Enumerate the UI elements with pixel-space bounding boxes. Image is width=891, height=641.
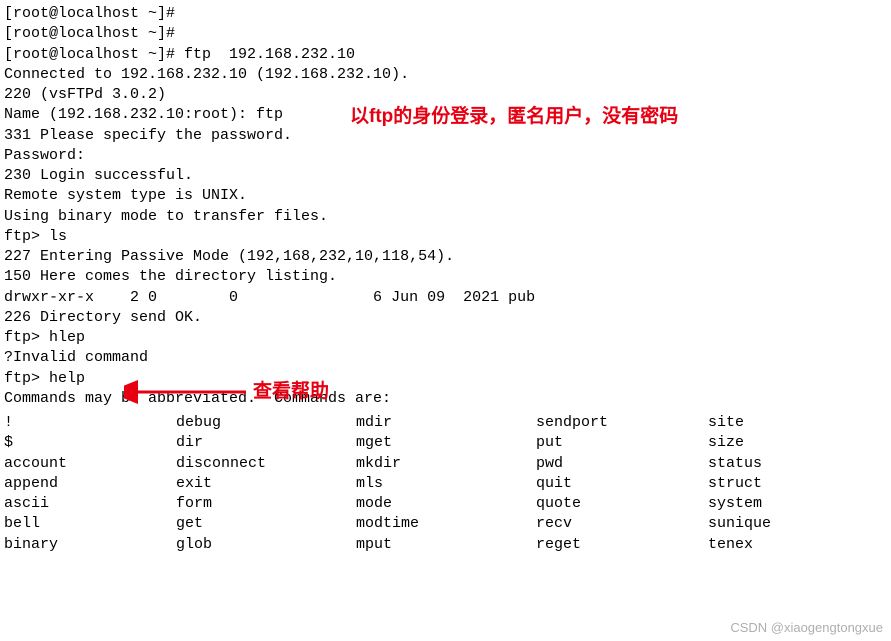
commands-header-line: Commands may be abbreviated. Commands ar…	[4, 389, 887, 409]
annotation-login-note: 以ftp的身份登录，匿名用户，没有密码	[350, 104, 678, 130]
cmd-cell: binary	[4, 535, 176, 555]
cmd-cell: sendport	[536, 413, 708, 433]
dir-listing-header-line: 150 Here comes the directory listing.	[4, 267, 887, 287]
cmd-cell: modtime	[356, 514, 536, 534]
cmd-cell: !	[4, 413, 176, 433]
cmd-cell: recv	[536, 514, 708, 534]
cmd-cell: mkdir	[356, 454, 536, 474]
cmd-cell: sunique	[708, 514, 828, 534]
ftp-ls-line: ftp> ls	[4, 227, 887, 247]
help-commands-table: ! debug mdir sendport site $ dir mget pu…	[4, 413, 828, 555]
cmd-cell: ascii	[4, 494, 176, 514]
cmd-cell: system	[708, 494, 828, 514]
cmd-cell: mode	[356, 494, 536, 514]
cmd-cell: status	[708, 454, 828, 474]
cmd-cell: get	[176, 514, 356, 534]
cmd-cell: mdir	[356, 413, 536, 433]
cmd-cell: debug	[176, 413, 356, 433]
table-row: binary glob mput reget tenex	[4, 535, 828, 555]
cmd-cell: quit	[536, 474, 708, 494]
invalid-command-line: ?Invalid command	[4, 348, 887, 368]
table-row: $ dir mget put size	[4, 433, 828, 453]
cmd-cell: mls	[356, 474, 536, 494]
watermark-text: CSDN @xiaogengtongxue	[730, 619, 883, 637]
ftp-command-line: [root@localhost ~]# ftp 192.168.232.10	[4, 45, 887, 65]
system-type-line: Remote system type is UNIX.	[4, 186, 887, 206]
table-row: append exit mls quit struct	[4, 474, 828, 494]
ftp-help-line: ftp> help	[4, 369, 887, 389]
cmd-cell: $	[4, 433, 176, 453]
cmd-cell: size	[708, 433, 828, 453]
prompt-line: [root@localhost ~]#	[4, 24, 887, 44]
cmd-cell: dir	[176, 433, 356, 453]
server-banner-line: 220 (vsFTPd 3.0.2)	[4, 85, 887, 105]
login-success-line: 230 Login successful.	[4, 166, 887, 186]
cmd-cell: site	[708, 413, 828, 433]
table-row: ascii form mode quote system	[4, 494, 828, 514]
dir-entry-line: drwxr-xr-x 2 0 0 6 Jun 09 2021 pub	[4, 288, 887, 308]
cmd-cell: pwd	[536, 454, 708, 474]
cmd-cell: reget	[536, 535, 708, 555]
table-row: bell get modtime recv sunique	[4, 514, 828, 534]
table-row: account disconnect mkdir pwd status	[4, 454, 828, 474]
dir-send-ok-line: 226 Directory send OK.	[4, 308, 887, 328]
cmd-cell: glob	[176, 535, 356, 555]
binary-mode-line: Using binary mode to transfer files.	[4, 207, 887, 227]
cmd-cell: put	[536, 433, 708, 453]
prompt-line: [root@localhost ~]#	[4, 4, 887, 24]
cmd-cell: quote	[536, 494, 708, 514]
cmd-cell: disconnect	[176, 454, 356, 474]
ftp-hlep-line: ftp> hlep	[4, 328, 887, 348]
cmd-cell: exit	[176, 474, 356, 494]
cmd-cell: tenex	[708, 535, 828, 555]
cmd-cell: form	[176, 494, 356, 514]
cmd-cell: mget	[356, 433, 536, 453]
connected-line: Connected to 192.168.232.10 (192.168.232…	[4, 65, 887, 85]
password-prompt-line: Password:	[4, 146, 887, 166]
table-row: ! debug mdir sendport site	[4, 413, 828, 433]
cmd-cell: struct	[708, 474, 828, 494]
cmd-cell: append	[4, 474, 176, 494]
cmd-cell: mput	[356, 535, 536, 555]
passive-mode-line: 227 Entering Passive Mode (192,168,232,1…	[4, 247, 887, 267]
terminal-output: [root@localhost ~]# [root@localhost ~]# …	[4, 4, 887, 555]
annotation-help-note: 查看帮助	[253, 379, 329, 405]
cmd-cell: bell	[4, 514, 176, 534]
cmd-cell: account	[4, 454, 176, 474]
